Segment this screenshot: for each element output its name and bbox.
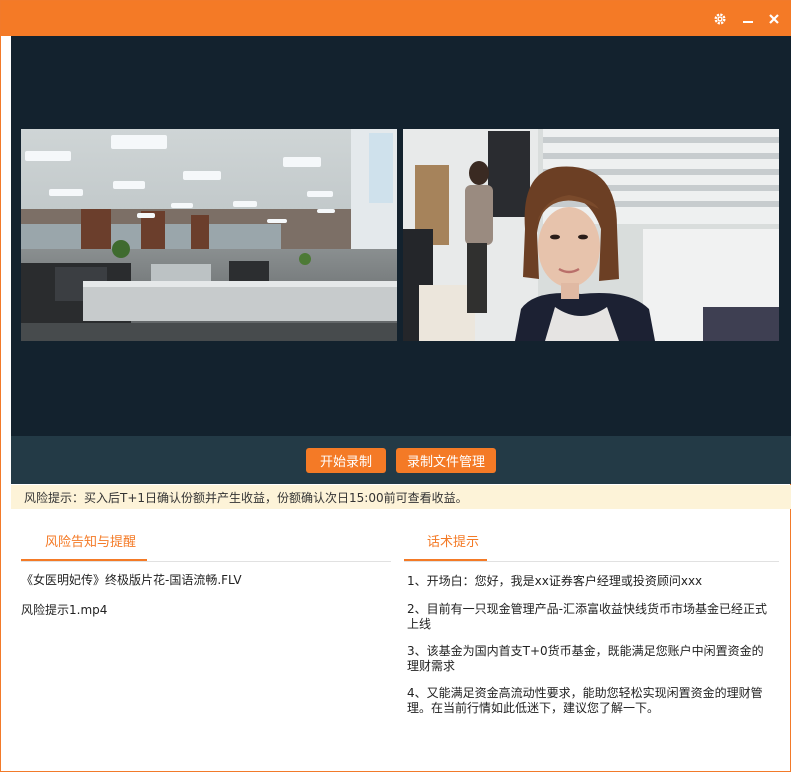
start-recording-button[interactable]: 开始录制 <box>306 448 386 473</box>
office-camera-feed <box>21 129 397 341</box>
divider-right <box>404 561 779 562</box>
risk-banner: 风险提示：买入后T+1日确认份额并产生收益，份额确认次日15:00前可查看收益。 <box>11 485 791 509</box>
close-icon[interactable] <box>765 10 783 28</box>
file-item[interactable]: 《女医明妃传》终极版片花-国语流畅.FLV <box>21 571 242 588</box>
script-tip: 2、目前有一只现金管理产品-汇添富收益快线货币市场基金已经正式上线 <box>407 602 767 631</box>
minimize-icon[interactable] <box>739 10 757 28</box>
script-tip: 1、开场白：您好，我是xx证券客户经理或投资顾问xxx <box>407 574 703 588</box>
file-item[interactable]: 风险提示1.mp4 <box>21 601 107 618</box>
script-tip: 4、又能满足资金高流动性要求，能助您轻松实现闲置资金的理财管理。在当前行情如此低… <box>407 686 763 715</box>
gear-icon[interactable] <box>711 10 729 28</box>
recording-control-bar: 开始录制 录制文件管理 <box>11 436 791 484</box>
app-window: 开始录制 录制文件管理 风险提示：买入后T+1日确认份额并产生收益，份额确认次日… <box>0 0 791 772</box>
tab-script-tips[interactable]: 话术提示 <box>427 531 479 550</box>
tab-risk-notice[interactable]: 风险告知与提醒 <box>45 531 136 550</box>
title-bar <box>1 1 791 36</box>
risk-banner-text: 风险提示：买入后T+1日确认份额并产生收益，份额确认次日15:00前可查看收益。 <box>24 490 468 505</box>
customer-camera-feed <box>403 129 779 341</box>
divider-left <box>21 561 391 562</box>
script-tip: 3、该基金为国内首支T+0货币基金，既能满足您账户中闲置资金的理财需求 <box>407 644 764 673</box>
video-area <box>11 36 791 436</box>
recording-files-button[interactable]: 录制文件管理 <box>396 448 496 473</box>
